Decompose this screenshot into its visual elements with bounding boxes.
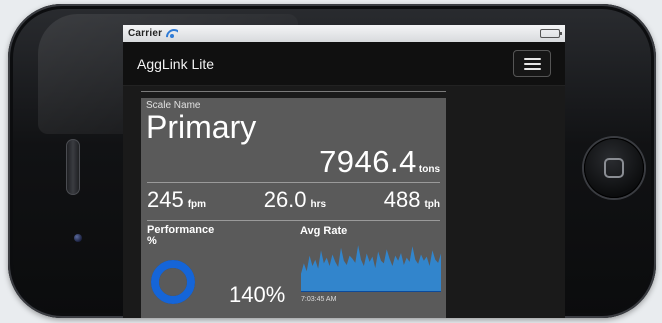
performance-label: Performance % <box>147 224 215 247</box>
performance-value: 140% <box>229 282 286 307</box>
phone-screen: Carrier AggLink Lite Scale Name Primary … <box>123 25 565 318</box>
hamburger-menu-button[interactable] <box>513 50 551 77</box>
rate-unit: tph <box>424 199 440 210</box>
wifi-icon <box>166 29 178 38</box>
carrier-label: Carrier <box>128 28 163 39</box>
avg-rate-time: 7:03:45 AM <box>301 296 337 303</box>
home-button[interactable] <box>584 138 644 198</box>
battery-icon <box>540 29 562 38</box>
run-hours-metric: 26.0 hrs <box>264 187 326 213</box>
status-bar: Carrier <box>123 25 565 42</box>
volume-button <box>66 139 80 195</box>
rate-metric: 488 tph <box>384 187 440 213</box>
belt-speed-unit: fpm <box>187 199 207 210</box>
performance-gauge <box>151 260 195 304</box>
run-hours-unit: hrs <box>310 199 327 210</box>
total-tonnage-unit: tons <box>418 164 440 175</box>
avg-rate-label: Avg Rate <box>300 225 348 237</box>
hamburger-menu-icon-line <box>523 57 541 60</box>
total-tonnage-value: 7946.4 <box>319 144 417 179</box>
divider <box>147 220 440 221</box>
main-content: Scale Name Primary 7946.4 tons 245 fpm 2… <box>123 86 565 318</box>
belt-speed-value: 245 <box>147 187 184 212</box>
avg-rate-sparkline <box>301 245 441 292</box>
home-button-icon <box>604 158 624 178</box>
divider <box>141 91 446 92</box>
app-title: AggLink Lite <box>137 55 215 72</box>
app-header: AggLink Lite <box>123 42 565 86</box>
scale-name-value: Primary <box>146 109 257 145</box>
gauge-arc <box>151 260 195 304</box>
metrics-row: 245 fpm 26.0 hrs 488 tph <box>147 187 440 213</box>
scale-card[interactable]: Scale Name Primary 7946.4 tons 245 fpm 2… <box>141 98 446 318</box>
total-tonnage: 7946.4 tons <box>319 144 440 180</box>
rate-value: 488 <box>383 187 421 212</box>
run-hours-value: 26.0 <box>263 187 307 212</box>
hamburger-menu-icon-line <box>523 62 541 65</box>
belt-speed-metric: 245 fpm <box>147 187 206 213</box>
hamburger-menu-icon-line <box>523 67 541 70</box>
phone-frame: Carrier AggLink Lite Scale Name Primary … <box>8 4 656 318</box>
avg-rate-area <box>301 245 441 292</box>
front-camera <box>74 234 82 242</box>
divider <box>147 182 440 183</box>
